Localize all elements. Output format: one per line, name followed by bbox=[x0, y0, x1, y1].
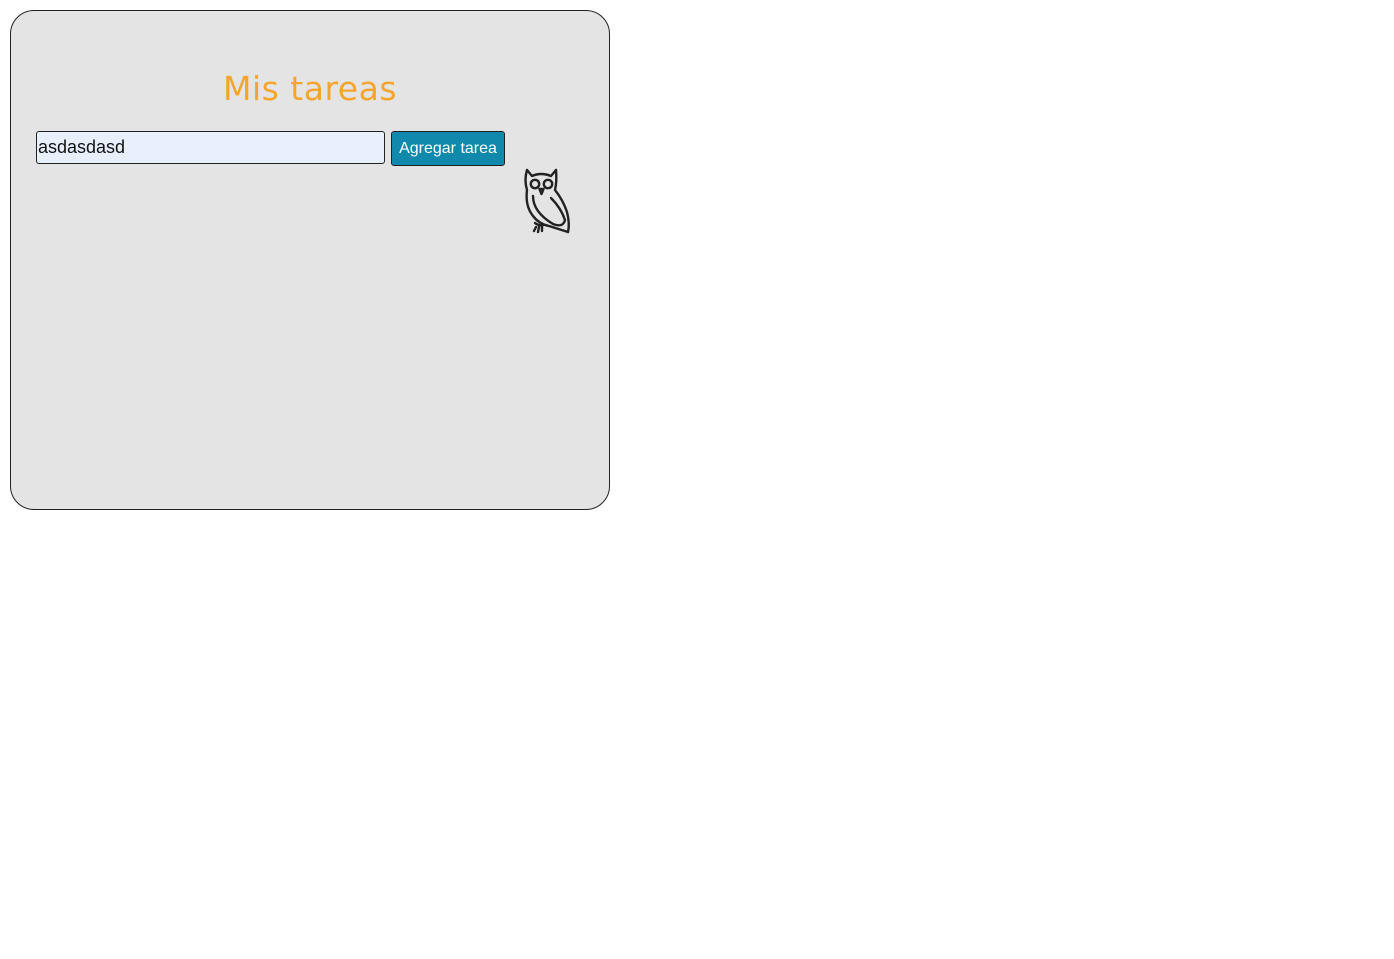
add-task-button[interactable]: Agregar tarea bbox=[391, 131, 505, 166]
todo-card: Mis tareas Agregar tarea bbox=[10, 10, 610, 510]
page-title: Mis tareas bbox=[222, 69, 398, 108]
owl-icon bbox=[524, 168, 570, 234]
task-input[interactable] bbox=[36, 131, 385, 164]
